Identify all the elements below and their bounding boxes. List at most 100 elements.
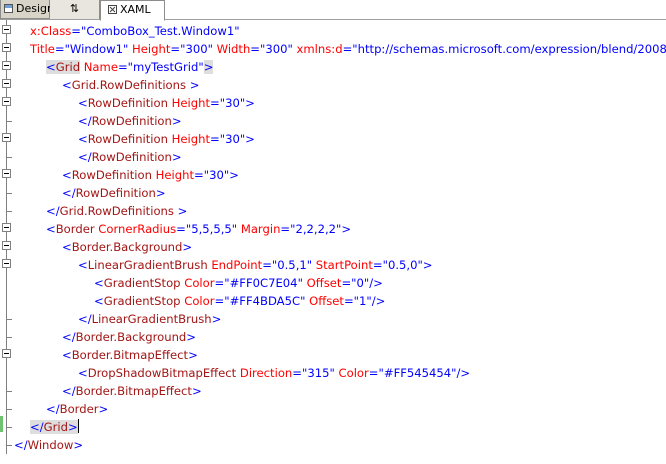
collapse-title-icon[interactable] [2,43,11,52]
code-line[interactable]: </Border.Background> [62,328,196,346]
collapse-grid-icon[interactable] [2,61,11,70]
code-token: =" [214,276,230,290]
code-token: > [171,114,182,128]
code-token: "> [417,258,433,272]
code-line[interactable]: </Border.BitmapEffect> [62,382,202,400]
code-token: " [234,24,240,38]
code-token: xmlns:d [296,42,343,56]
code-token: =" [194,168,210,182]
code-line[interactable]: </LinearGradientBrush> [78,310,221,328]
code-line[interactable]: <GradientStop Color="#FF4BDA5C" Offset="… [94,292,385,310]
code-line[interactable]: <Grid.RowDefinitions > [62,76,199,94]
code-token: RowDefinition [75,186,156,200]
code-line[interactable]: </RowDefinition> [62,184,166,202]
changed-line-marker [0,416,3,432]
code-line[interactable]: <Border.BitmapEffect> [62,346,198,364]
fold-end-marker [6,427,12,428]
tab-xaml[interactable]: XAML [100,0,165,21]
code-token: </ [14,438,28,452]
code-token: ComboBox_Test.Window1 [86,24,235,38]
code-token: 30 [225,96,240,110]
code-token: < [94,276,104,290]
code-line[interactable]: </Border> [46,400,108,418]
code-token: > [173,204,188,218]
collapse-rowdefinition-1-icon[interactable] [2,97,11,106]
code-token: " [329,366,339,380]
code-line[interactable]: </Window> [14,436,83,454]
fold-end-marker [6,157,12,158]
code-token: Height [132,42,171,56]
code-token: > [188,348,198,362]
code-token: =" [250,42,266,56]
code-line[interactable]: </RowDefinition> [78,148,182,166]
collapse-rowdefinition-3-icon[interactable] [2,169,11,178]
swap-panes-button[interactable]: ⇅ [50,0,100,19]
code-line[interactable]: <GradientStop Color="#FF0C7E04" Offset="… [94,274,383,292]
code-token: </ [78,114,92,128]
code-token: " [198,60,204,74]
code-line[interactable]: </RowDefinition> [78,112,182,130]
code-line[interactable]: <RowDefinition Height="30"> [62,166,239,184]
code-line[interactable]: <LinearGradientBrush EndPoint="0.5,1" St… [78,256,433,274]
code-token: =" [71,24,87,38]
code-token: < [62,78,72,92]
collapse-border-bitmapeffect-icon[interactable] [2,349,11,358]
code-token: </ [62,384,76,398]
code-token: "> [239,132,255,146]
code-token: Color [338,366,369,380]
code-token: Border.BitmapEffect [71,348,189,362]
code-token: Color [184,294,215,308]
code-token: 300 [265,42,288,56]
code-token: < [62,168,72,182]
code-token: RowDefinition [71,168,152,182]
fold-end-marker [6,409,12,410]
code-token: < [78,258,88,272]
code-token: Border.Background [71,240,183,254]
code-line[interactable]: </Grid.RowDefinitions > [46,202,187,220]
code-token: http://schemas.microsoft.com/expression/… [357,42,666,56]
code-line[interactable]: <RowDefinition Height="30"> [78,130,255,148]
code-token: Border [59,402,99,416]
code-token: =" [341,276,357,290]
code-token: Border.Background [75,330,187,344]
code-token: > [67,420,78,434]
code-token: Window1 [69,42,124,56]
code-token: </ [78,312,92,326]
code-token: Width [216,42,251,56]
code-line[interactable]: <DropShadowBitmapEffect Direction="315" … [78,364,470,382]
fold-end-marker [6,319,12,320]
code-line[interactable]: <RowDefinition Height="30"> [78,94,255,112]
code-token: =" [170,42,186,56]
xaml-code-editor[interactable]: x:Class="ComboBox_Test.Window1" Title="Wi… [0,20,666,464]
code-line[interactable]: x:Class="ComboBox_Test.Window1" [30,22,240,40]
code-token: < [94,294,104,308]
code-line[interactable]: <Grid Name="myTestGrid"> [46,58,214,76]
code-token: " [123,42,133,56]
collapse-rowdefinition-2-icon[interactable] [2,133,11,142]
code-line[interactable]: <Border.Background> [62,238,192,256]
code-token: "> [223,168,239,182]
code-token: " [306,258,316,272]
collapse-lineargradientbrush-icon[interactable] [2,259,11,268]
code-token: 30 [209,168,224,182]
collapse-border-icon[interactable] [2,223,11,232]
code-token: 0.5,1 [277,258,307,272]
code-token: Name [83,60,118,74]
collapse-x-class-icon[interactable] [2,25,11,34]
code-line[interactable]: <Border CornerRadius="5,5,5,5" Margin="2… [46,220,351,238]
code-token: </ [46,402,60,416]
collapse-grid-rowdefinitions-icon[interactable] [2,79,11,88]
collapse-border-background-icon[interactable] [2,241,11,250]
code-token: 5,5,5,5 [191,222,232,236]
code-token: > [191,384,202,398]
code-token: EndPoint [211,258,263,272]
code-line[interactable]: Title="Window1" Height="300" Width="300"… [30,40,666,58]
tab-design[interactable]: Design [0,0,54,19]
code-token: > [73,438,84,452]
code-token: myTestGrid [133,60,199,74]
code-token: 315 [307,366,330,380]
code-line[interactable]: </Grid> [30,418,79,436]
fold-end-marker [6,211,12,212]
code-token: 300 [185,42,208,56]
code-token: < [62,240,72,254]
